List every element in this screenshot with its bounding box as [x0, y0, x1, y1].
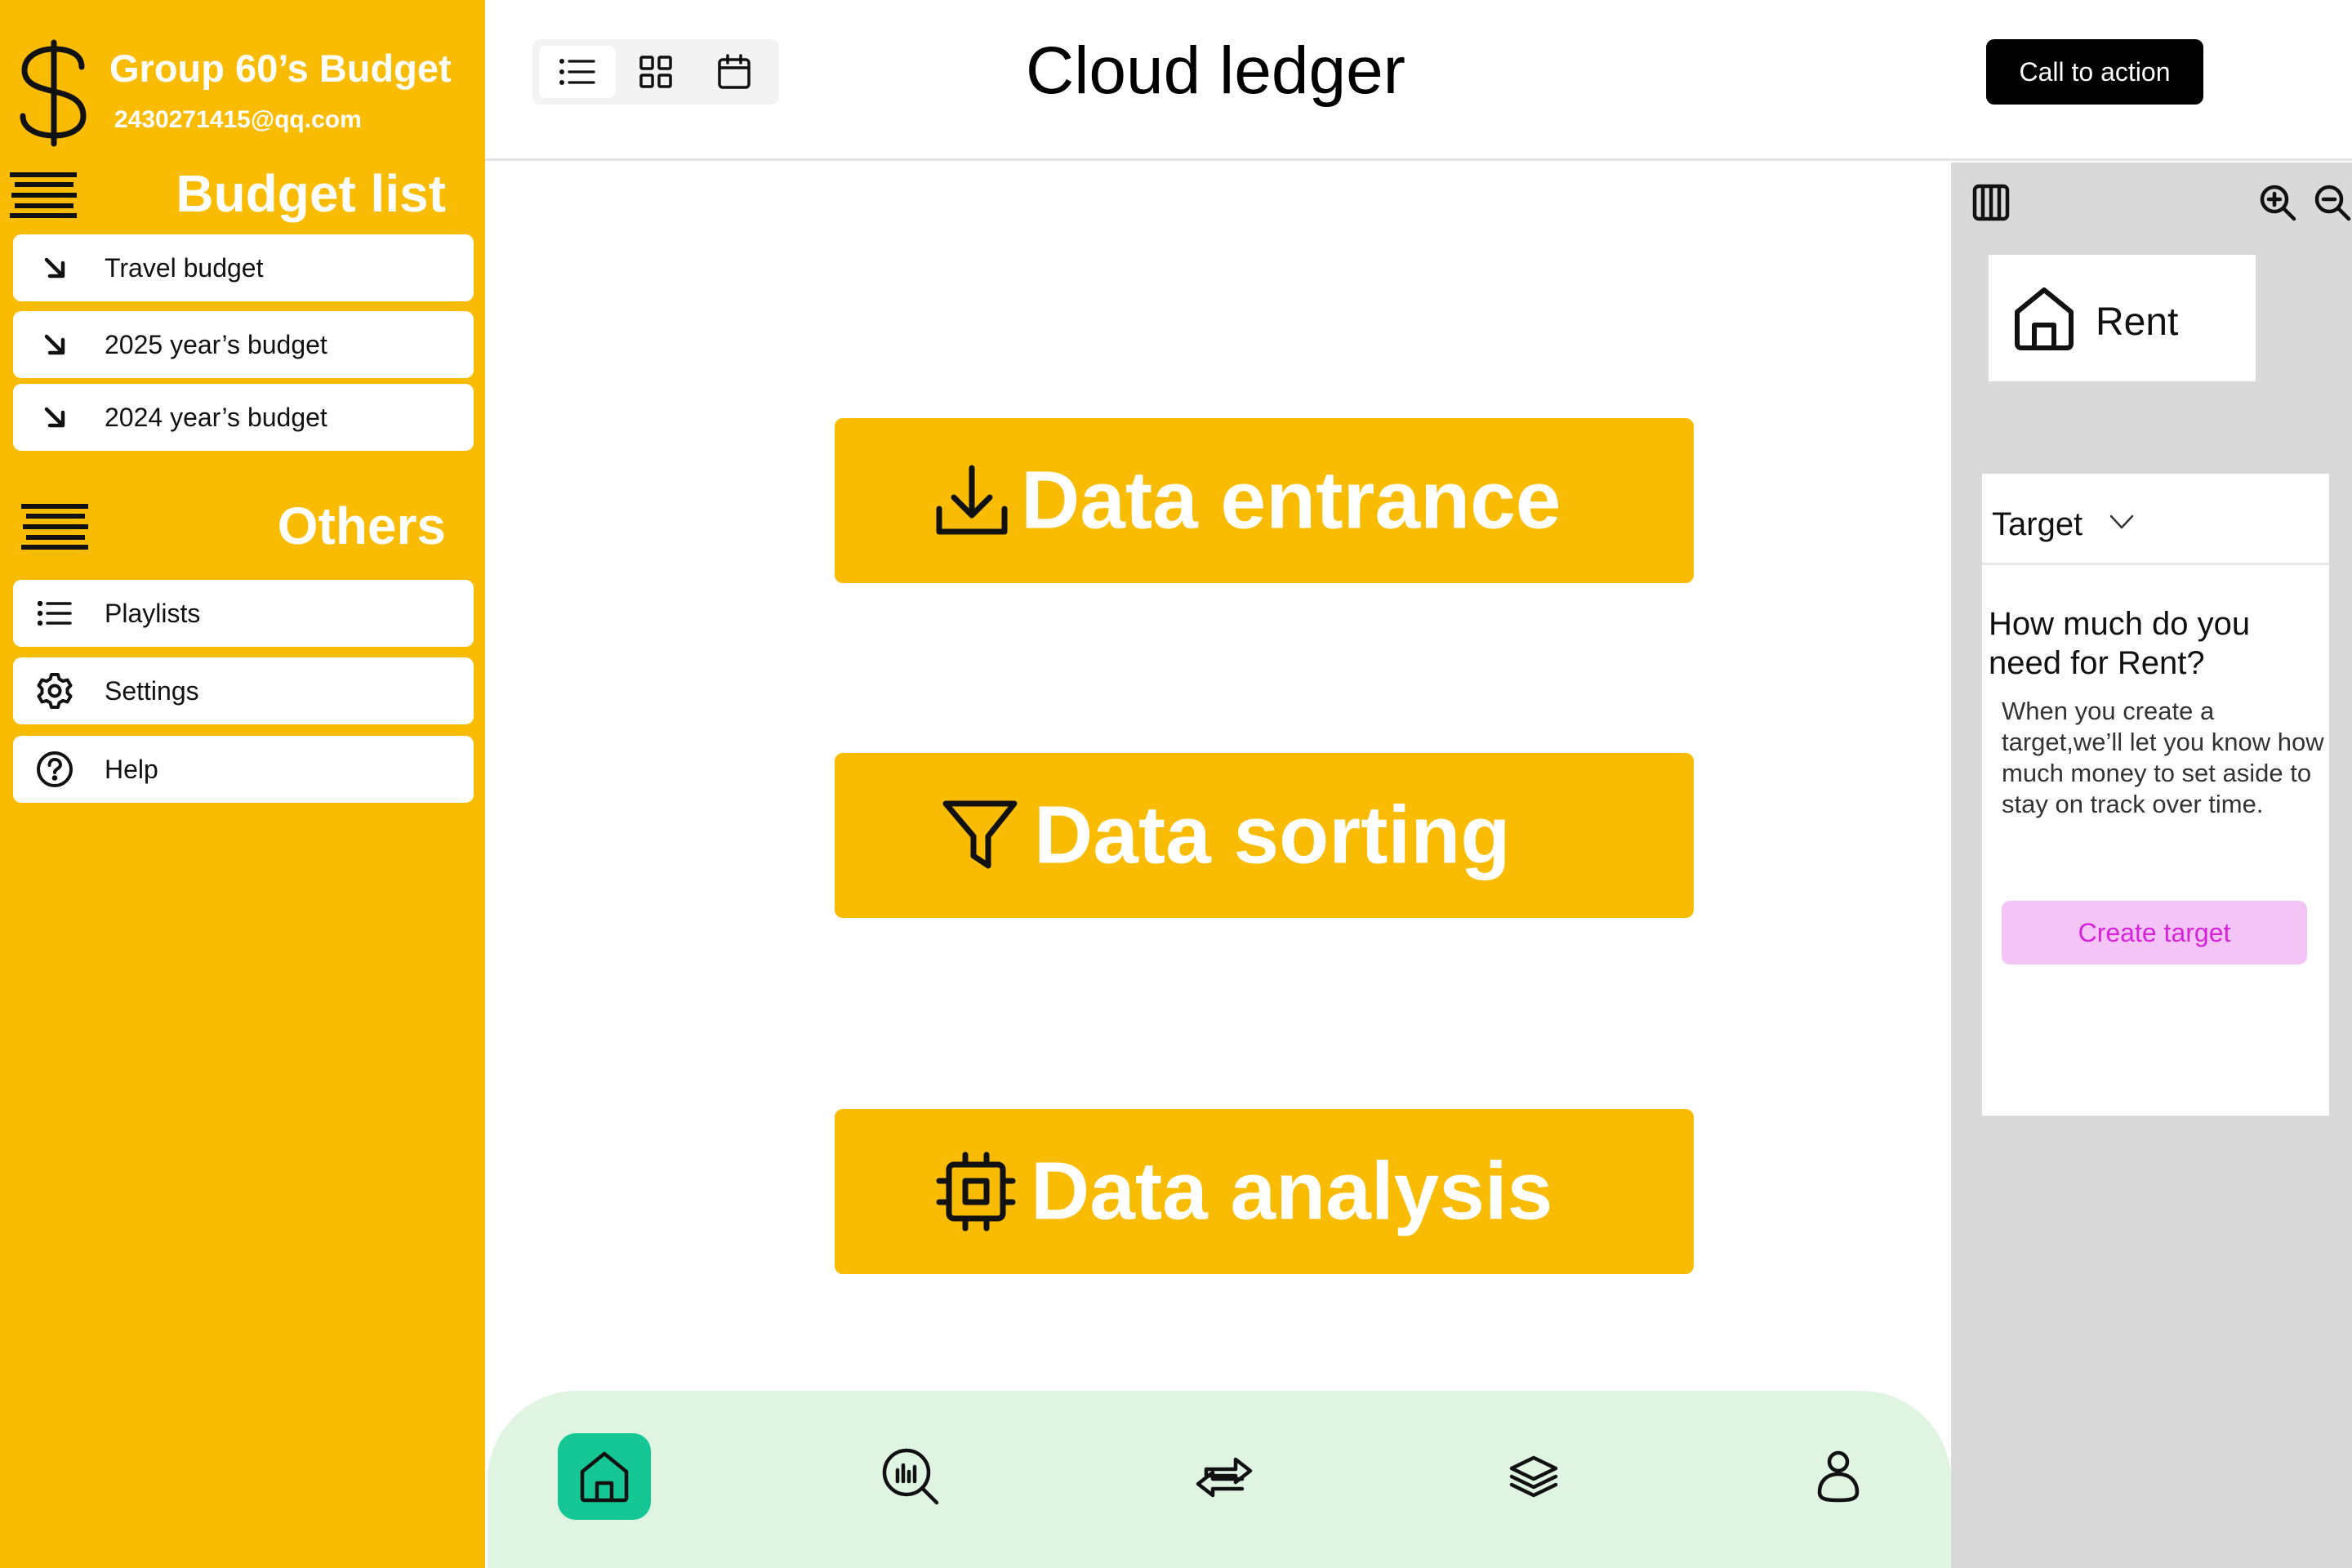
user-icon: [1816, 1450, 1860, 1503]
help-icon: [13, 751, 105, 788]
brand-title: Group 60’s Budget: [109, 47, 452, 90]
list-view-icon: [559, 59, 595, 85]
grid-view-button[interactable]: [617, 46, 694, 98]
list-icon: [13, 601, 105, 626]
category-card[interactable]: Rent: [1989, 255, 2256, 381]
grid-view-icon: [639, 55, 673, 89]
download-icon: [933, 461, 1011, 540]
right-panel: Rent Target How much do you need for Ren…: [1951, 163, 2352, 1568]
category-label: Rent: [2096, 301, 2179, 344]
zoom-in-icon[interactable]: [2259, 184, 2296, 221]
home-icon: [579, 1450, 630, 1503]
arrow-down-right-icon: [13, 255, 105, 281]
sidebar-item-label: 2025 year’s budget: [105, 329, 327, 359]
page-title: Cloud ledger: [1026, 33, 1405, 108]
calendar-icon: [717, 54, 751, 90]
others-title: Others: [277, 497, 446, 555]
target-dropdown[interactable]: Target: [1982, 474, 2329, 565]
zoom-out-icon[interactable]: [2314, 184, 2351, 221]
sidebar-item-settings[interactable]: Settings: [13, 657, 474, 724]
target-card: Target How much do you need for Rent? Wh…: [1982, 474, 2329, 1116]
arrow-down-right-icon: [13, 404, 105, 430]
chevron-down-icon: [2109, 514, 2134, 529]
sidebar-item-label: Help: [105, 754, 158, 784]
target-description: When you create a target,we’ll let you k…: [2002, 697, 2324, 818]
nav-transfer-button[interactable]: [1178, 1433, 1271, 1520]
budget-list-title: Budget list: [176, 164, 446, 223]
sidebar: Group 60’s Budget 2430271415@qq.com Budg…: [0, 0, 485, 1568]
nav-analytics-button[interactable]: [864, 1433, 957, 1520]
cpu-chip-icon: [936, 1152, 1016, 1232]
calendar-view-button[interactable]: [696, 46, 773, 98]
columns-icon[interactable]: [1972, 184, 2010, 221]
dollar-icon: [16, 38, 90, 149]
sidebar-item-2025-budget[interactable]: 2025 year’s budget: [13, 311, 474, 378]
data-sorting-button[interactable]: Data sorting: [835, 753, 1694, 918]
filter-icon: [941, 799, 1019, 872]
target-question: How much do you need for Rent?: [1989, 606, 2251, 681]
data-analysis-button[interactable]: Data analysis: [835, 1109, 1694, 1274]
sidebar-item-label: Travel budget: [105, 252, 264, 283]
sidebar-item-travel-budget[interactable]: Travel budget: [13, 234, 474, 301]
call-to-action-button[interactable]: Call to action: [1986, 39, 2203, 105]
nav-profile-button[interactable]: [1792, 1433, 1885, 1520]
bottom-navigation: [488, 1391, 1951, 1568]
transfer-arrows-icon: [1195, 1454, 1254, 1499]
sidebar-item-label: Settings: [105, 675, 199, 706]
home-icon: [2013, 286, 2075, 351]
sidebar-item-help[interactable]: Help: [13, 736, 474, 803]
sidebar-item-label: Playlists: [105, 598, 201, 628]
layers-icon: [1508, 1454, 1559, 1499]
target-label: Target: [1992, 506, 2083, 542]
view-switcher: [532, 39, 779, 105]
menu-icon[interactable]: [10, 172, 77, 219]
analytics-search-icon: [881, 1447, 940, 1506]
menu-icon[interactable]: [21, 503, 88, 550]
gear-icon: [13, 671, 105, 710]
nav-home-button[interactable]: [558, 1433, 651, 1520]
action-label: Data entrance: [1021, 454, 1561, 546]
action-label: Data analysis: [1031, 1145, 1553, 1237]
nav-layers-button[interactable]: [1487, 1433, 1580, 1520]
sidebar-item-label: 2024 year’s budget: [105, 402, 327, 432]
arrow-down-right-icon: [13, 332, 105, 358]
action-label: Data sorting: [1034, 789, 1511, 881]
sidebar-item-2024-budget[interactable]: 2024 year’s budget: [13, 384, 474, 451]
create-target-button[interactable]: Create target: [2002, 901, 2307, 964]
sidebar-item-playlists[interactable]: Playlists: [13, 580, 474, 647]
brand-email: 2430271415@qq.com: [114, 106, 362, 133]
data-entrance-button[interactable]: Data entrance: [835, 418, 1694, 583]
list-view-button[interactable]: [539, 46, 616, 98]
